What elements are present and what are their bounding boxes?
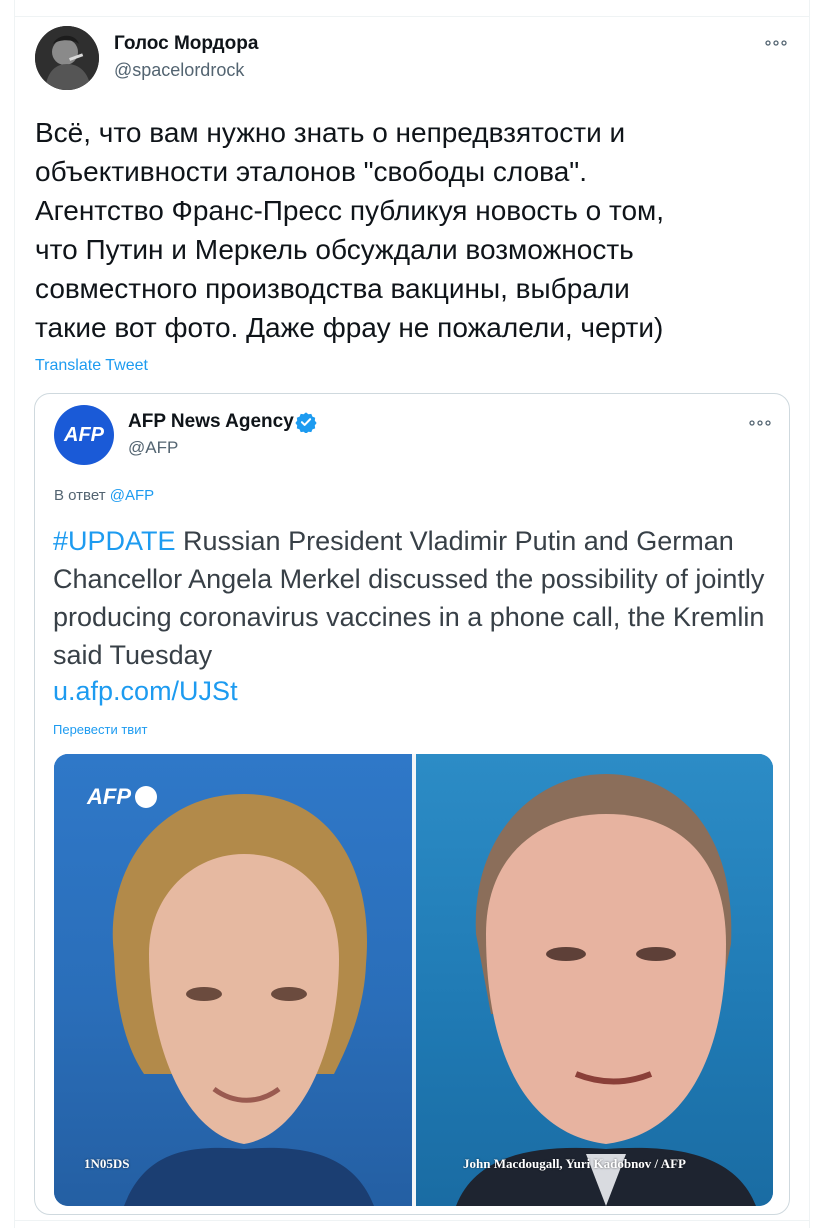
tweet-text: Всё, что вам нужно знать о непредвзятост… (35, 117, 665, 343)
portrait-left-icon (112, 794, 374, 1206)
more-options-icon (749, 420, 771, 426)
top-divider (14, 16, 810, 17)
photo-putin (416, 754, 773, 1206)
reply-mention-link[interactable]: @AFP (110, 487, 154, 504)
quoted-tweet[interactable]: AFP AFP News Agency @AFP В ответ @AFP #U… (34, 393, 790, 1215)
translate-quoted-tweet-link[interactable]: Перевести твит (53, 722, 147, 737)
quoted-tweet-text: #UPDATE Russian President Vladimir Putin… (53, 522, 773, 674)
photo-merkel (54, 754, 412, 1206)
quoted-author-handle[interactable]: @AFP (128, 438, 178, 458)
afp-watermark-logo: AFP (87, 784, 157, 810)
hashtag-link[interactable]: #UPDATE (53, 526, 176, 556)
afp-avatar-text: AFP (64, 423, 104, 446)
avatar-photo-icon (35, 26, 99, 90)
photo-credit-right: John Macdougall, Yuri Kadobnov / AFP (463, 1156, 686, 1171)
reply-prefix: В ответ (54, 487, 106, 504)
author-avatar[interactable] (35, 26, 99, 90)
afp-avatar[interactable]: AFP (54, 405, 114, 465)
bottom-divider (14, 1220, 810, 1221)
more-options-icon (765, 40, 787, 46)
author-name[interactable]: Голос Мордора (114, 33, 258, 55)
quoted-more-options-button[interactable] (747, 410, 773, 436)
more-options-button[interactable] (763, 30, 789, 56)
quoted-author-name[interactable]: AFP News Agency (128, 411, 294, 433)
photo-credit-left: 1N05DS (84, 1156, 130, 1171)
reply-context: В ответ @AFP (54, 487, 154, 504)
afp-watermark-text: AFP (87, 784, 131, 809)
tweet-media-image[interactable]: AFP 1N05DS John Macdougall, Yuri Kadobno… (54, 754, 773, 1206)
author-handle[interactable]: @spacelordrock (114, 60, 244, 81)
portrait-right-icon (456, 774, 756, 1206)
article-link[interactable]: u.afp.com/UJSt (53, 676, 238, 707)
afp-watermark-dot (135, 786, 157, 808)
verified-badge-icon (295, 411, 317, 434)
translate-tweet-link[interactable]: Translate Tweet (35, 357, 148, 375)
